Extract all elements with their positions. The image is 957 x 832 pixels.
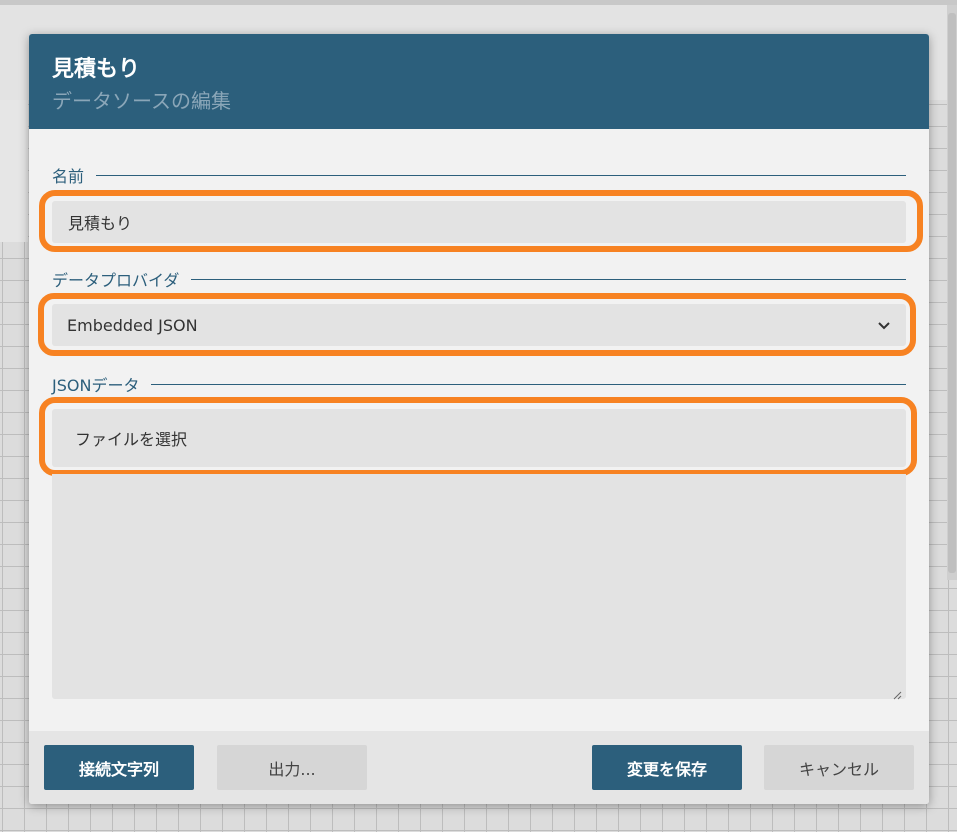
name-input-value: 見積もり (68, 214, 133, 233)
datasource-dialog: 見積もり データソースの編集 名前 見積もり データプロバイダ Embedded… (29, 34, 929, 804)
export-button[interactable]: 出力... (217, 745, 367, 790)
save-changes-button[interactable]: 変更を保存 (592, 745, 742, 790)
provider-label: データプロバイダ (52, 267, 192, 291)
resize-grip-icon[interactable] (892, 685, 902, 700)
name-input[interactable]: 見積もり (52, 201, 906, 243)
dialog-title: 見積もり (52, 57, 141, 82)
choose-file-button[interactable]: ファイルを選択 (52, 409, 906, 467)
chevron-down-icon (876, 317, 892, 333)
page-scrollbar[interactable] (947, 5, 957, 580)
name-label: 名前 (52, 163, 97, 187)
choose-file-label: ファイルを選択 (75, 430, 188, 449)
provider-selected-value: Embedded JSON (67, 315, 198, 335)
connection-string-button[interactable]: 接続文字列 (44, 745, 194, 790)
background-topbar (0, 0, 957, 5)
json-label: JSONデータ (52, 372, 152, 396)
name-section-divider (52, 175, 906, 176)
dialog-footer: 接続文字列 出力... 変更を保存 キャンセル (29, 731, 929, 804)
cancel-button[interactable]: キャンセル (764, 745, 914, 790)
json-section-divider (52, 384, 906, 385)
scrollbar-thumb[interactable] (948, 13, 956, 573)
background-ruler (0, 100, 28, 242)
dialog-subtitle: データソースの編集 (52, 89, 231, 113)
provider-select[interactable]: Embedded JSON (52, 304, 906, 346)
dialog-header: 見積もり データソースの編集 (29, 34, 929, 129)
json-data-textarea[interactable] (52, 474, 906, 700)
